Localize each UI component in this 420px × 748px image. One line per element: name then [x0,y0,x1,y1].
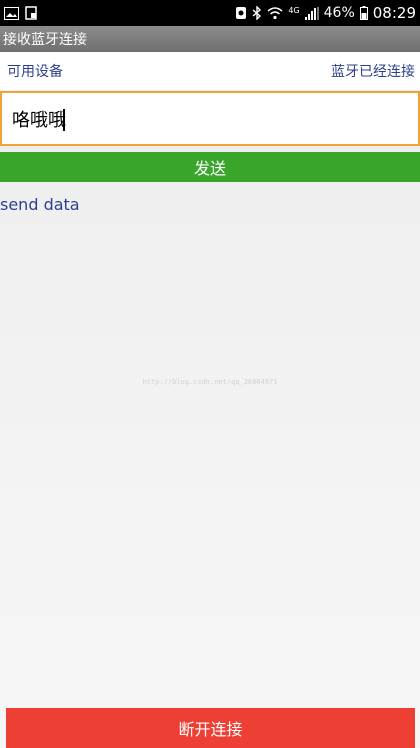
status-right: 4G 46% 08:29 [235,4,416,22]
clock: 08:29 [372,4,416,22]
text-cursor [63,109,65,131]
network-type: 4G [288,5,300,15]
image-icon [4,5,19,21]
status-left [4,5,38,21]
send-button[interactable]: 发送 [0,152,420,182]
bluetooth-icon [252,5,262,21]
notification-icon [25,5,38,21]
watermark: http://blog.csdn.net/qq_36864971 [142,378,278,386]
app-title: 接收蓝牙连接 [0,26,420,52]
available-devices-link[interactable]: 可用设备 [7,61,63,81]
screen: 4G 46% 08:29 接收蓝牙连接 可用设备 蓝牙已经连接 发送 send … [0,0,420,748]
sync-icon [235,5,247,21]
disconnect-button[interactable]: 断开连接 [6,708,415,748]
battery-percent: 46% [323,5,355,21]
link-row: 可用设备 蓝牙已经连接 [0,52,420,90]
battery-icon [359,5,368,21]
signal-icon [304,5,319,21]
status-bar: 4G 46% 08:29 [0,0,420,26]
wifi-icon [267,5,283,21]
bluetooth-connected-link[interactable]: 蓝牙已经连接 [331,61,415,81]
message-input-container [0,91,420,146]
received-data-text: send data [0,195,80,214]
